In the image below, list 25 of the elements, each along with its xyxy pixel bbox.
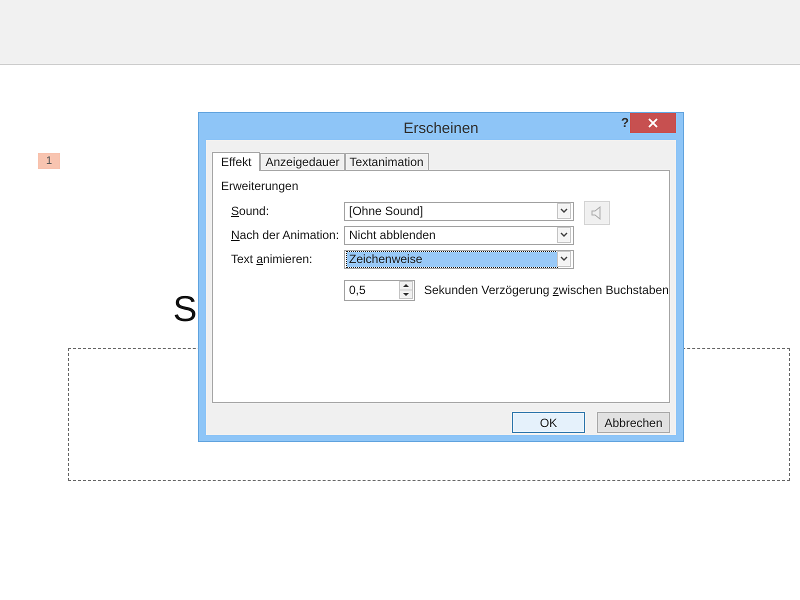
spinner-field[interactable]: 0,5 xyxy=(344,280,415,300)
field-label: Sound: xyxy=(231,204,270,218)
chevron-icon xyxy=(557,203,571,219)
delay-label: Sekunden Verzögerung zwischen Buchstaben xyxy=(424,283,669,297)
dropdown[interactable]: [Ohne Sound] xyxy=(344,202,574,220)
dropdown[interactable]: Zeichenweise xyxy=(344,250,574,268)
spin-arrows-icon xyxy=(399,281,413,299)
group-label: Erweiterungen xyxy=(221,179,300,193)
tab[interactable]: Effekt xyxy=(212,152,260,171)
animation-badge: 1 xyxy=(38,153,60,169)
close-button[interactable] xyxy=(630,113,676,133)
field-label: Text animieren: xyxy=(231,252,314,266)
ok-button[interactable]: OK xyxy=(512,412,585,433)
chevron-icon xyxy=(557,227,571,243)
close-icon xyxy=(648,118,658,128)
slide-title: S xyxy=(173,289,198,329)
field-label: Nach der Animation: xyxy=(231,228,340,242)
tab[interactable]: Anzeigedauer xyxy=(260,153,345,170)
cancel-button[interactable]: Abbrechen xyxy=(597,412,670,433)
dropdown[interactable]: Nicht abblenden xyxy=(344,226,574,244)
chevron-icon xyxy=(557,251,571,267)
help-button[interactable]: ? xyxy=(621,115,629,130)
window-title: Erscheinen xyxy=(403,120,479,137)
speaker-icon xyxy=(591,205,603,221)
tab[interactable]: Textanimation xyxy=(344,153,429,170)
